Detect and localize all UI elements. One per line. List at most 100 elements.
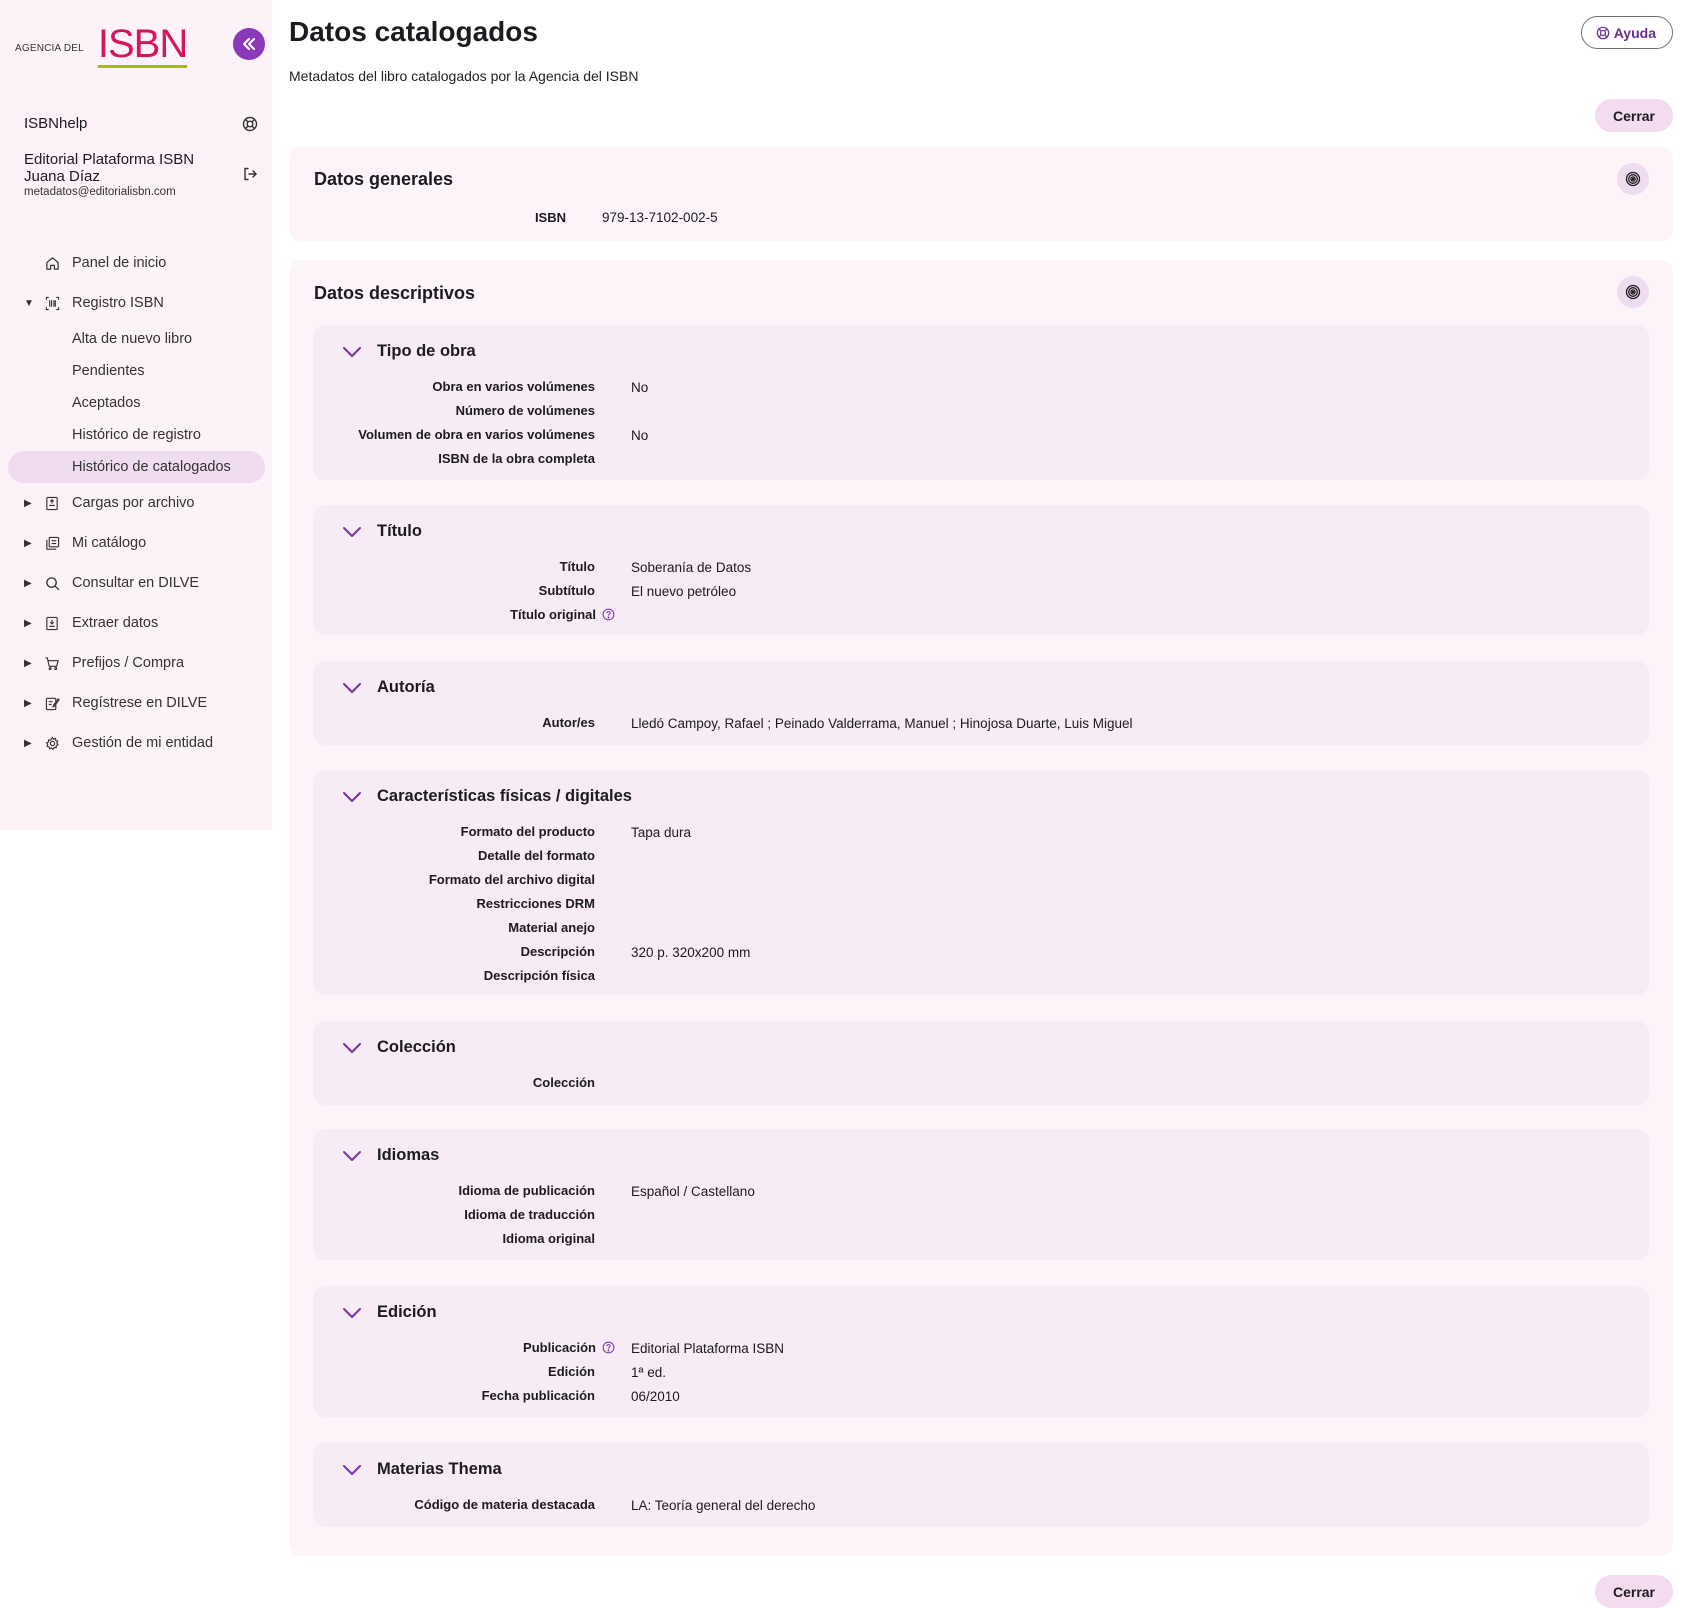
close-button-bottom[interactable]: Cerrar: [1594, 1575, 1673, 1608]
field-label: Subtítulo: [538, 583, 595, 598]
chevron-down-icon: [343, 346, 361, 357]
caret-right-icon: ▶: [24, 657, 32, 669]
field-label: Colección: [532, 1075, 595, 1090]
section-title: Materias Thema: [377, 1460, 502, 1478]
caret-right-icon: ▶: [24, 497, 32, 509]
field-label-with-help: Título original: [510, 607, 615, 622]
field-row: Título original: [313, 603, 1649, 627]
card-action-button[interactable]: [1617, 276, 1649, 308]
sidebar-item-registro[interactable]: ▼ Registro ISBN: [0, 283, 272, 323]
field-value: No: [631, 380, 649, 395]
sidebar-item-prefijos[interactable]: ▶ Prefijos / Compra: [0, 643, 272, 683]
close-button-top[interactable]: Cerrar: [1594, 99, 1673, 132]
chevron-down-icon: [343, 1464, 361, 1475]
sidebar-subitem-aceptados[interactable]: Aceptados: [0, 387, 272, 419]
help-circle-icon[interactable]: [602, 1341, 615, 1354]
sidebar-subitem-historico-catalogados[interactable]: Histórico de catalogados: [8, 451, 265, 483]
field-label: Edición: [548, 1364, 595, 1379]
field-row: Autor/es Lledó Campoy, Rafael ; Peinado V…: [313, 711, 1649, 735]
section-title: Tipo de obra: [377, 342, 476, 360]
section-toggle[interactable]: Características físicas / digitales: [341, 787, 632, 806]
sidebar-item-label: Consultar en DILVE: [72, 575, 200, 591]
user-org: Editorial Plataforma ISBN: [24, 151, 195, 168]
sidebar-subitem-historico-registro[interactable]: Histórico de registro: [0, 419, 272, 451]
gear-icon: [45, 735, 59, 750]
field-label: Detalle del formato: [477, 848, 595, 863]
section-idiomas: Idiomas Idioma de publicación Español / C…: [313, 1129, 1649, 1260]
sidebar-item-label: Prefijos / Compra: [72, 655, 185, 671]
sidebar: AGENCIA DEL ISBN ISBNhelp Editorial Plat…: [0, 0, 272, 830]
field-row: Formato del producto Tapa dura: [313, 820, 1649, 844]
chevron-down-icon: [343, 526, 361, 537]
card-title: Datos generales: [314, 169, 454, 189]
field-row: Código de materia destacada LA: Teoría ge…: [313, 1493, 1649, 1517]
logo-isbn-text: ISBN: [97, 22, 188, 68]
page-subtitle: Metadatos del libro catalogados por la A…: [289, 68, 639, 84]
help-button[interactable]: Ayuda: [1580, 16, 1673, 49]
field-label: Título original: [510, 607, 596, 622]
double-chevron-left-icon: [243, 38, 255, 50]
section-toggle[interactable]: Edición: [341, 1303, 437, 1322]
section-toggle[interactable]: Tipo de obra: [341, 342, 476, 361]
target-icon: [1625, 171, 1641, 187]
collapse-sidebar-button[interactable]: [233, 28, 265, 60]
page-title: Datos catalogados: [289, 16, 538, 47]
field-row: Número de volúmenes: [313, 399, 1649, 423]
section-title: Autoría: [377, 678, 435, 696]
field-value: Editorial Plataforma ISBN: [631, 1341, 785, 1356]
field-label: Obra en varios volúmenes: [432, 379, 595, 394]
caret-right-icon: ▶: [24, 537, 32, 549]
field-label: Material anejo: [508, 920, 595, 935]
field-value: Lledó Campoy, Rafael ; Peinado Valderram…: [631, 716, 1133, 731]
isbn-logo[interactable]: AGENCIA DEL ISBN: [15, 22, 188, 68]
field-value: Soberanía de Datos: [631, 560, 752, 575]
section-toggle[interactable]: Idiomas: [341, 1146, 439, 1165]
isbn-label: ISBN: [534, 210, 566, 225]
section-tipo-obra: Tipo de obra Obra en varios volúmenes No …: [313, 325, 1649, 480]
field-row: Idioma de publicación Español / Castellan…: [313, 1179, 1649, 1203]
caret-right-icon: ▶: [24, 737, 32, 749]
section-toggle[interactable]: Colección: [341, 1038, 456, 1057]
field-value: 06/2010: [631, 1389, 680, 1404]
field-label: Código de materia destacada: [414, 1497, 595, 1512]
help-circle-icon[interactable]: [602, 608, 615, 621]
field-row: Detalle del formato: [313, 844, 1649, 868]
sidebar-item-cargas[interactable]: ▶ Cargas por archivo: [0, 483, 272, 523]
lifebuoy-icon: [242, 116, 258, 131]
general-data-card: Datos generales ISBN 979-13-7102-002-5: [289, 147, 1673, 241]
section-caracteristicas: Características físicas / digitales Form…: [313, 770, 1649, 995]
sidebar-subitem-alta[interactable]: Alta de nuevo libro: [0, 323, 272, 355]
section-toggle[interactable]: Materias Thema: [341, 1460, 502, 1479]
field-label: ISBN de la obra completa: [438, 451, 595, 466]
field-label: Título: [559, 559, 595, 574]
sidebar-item-registrese[interactable]: ▶ Regístrese en DILVE: [0, 683, 272, 723]
user-info: Editorial Plataforma ISBN Juana Díaz met…: [24, 151, 258, 198]
field-label: Idioma de publicación: [458, 1183, 595, 1198]
field-row: Formato del archivo digital: [313, 868, 1649, 892]
field-label: Restricciones DRM: [476, 896, 595, 911]
field-label: Autor/es: [542, 715, 595, 730]
sidebar-item-gestion[interactable]: ▶ Gestión de mi entidad: [0, 723, 272, 763]
isbnhelp-label: ISBNhelp: [24, 115, 88, 132]
section-title: Título: [377, 522, 422, 540]
section-toggle[interactable]: Título: [341, 522, 422, 541]
isbn-value: 979-13-7102-002-5: [602, 210, 718, 225]
chevron-down-icon: [343, 1042, 361, 1053]
sidebar-subitem-label: Aceptados: [72, 395, 141, 411]
field-row: Volumen de obra en varios volúmenes No: [313, 423, 1649, 447]
barcode-icon: [45, 296, 59, 310]
isbnhelp-link[interactable]: ISBNhelp: [24, 115, 258, 132]
logout-icon[interactable]: [242, 166, 258, 182]
file-export-icon: [46, 616, 58, 630]
chevron-down-icon: [343, 682, 361, 693]
sidebar-subitem-pendientes[interactable]: Pendientes: [0, 355, 272, 387]
card-action-button[interactable]: [1617, 163, 1649, 195]
field-row: ISBN de la obra completa: [313, 447, 1649, 471]
sidebar-item-extraer[interactable]: ▶ Extraer datos: [0, 603, 272, 643]
sidebar-item-panel[interactable]: Panel de inicio: [0, 243, 272, 283]
sidebar-item-consultar[interactable]: ▶ Consultar en DILVE: [0, 563, 272, 603]
section-toggle[interactable]: Autoría: [341, 678, 435, 697]
sidebar-item-catalogo[interactable]: ▶ Mi catálogo: [0, 523, 272, 563]
cart-icon: [45, 656, 59, 670]
section-autoria: Autoría Autor/es Lledó Campoy, Rafael ; P…: [313, 661, 1649, 745]
